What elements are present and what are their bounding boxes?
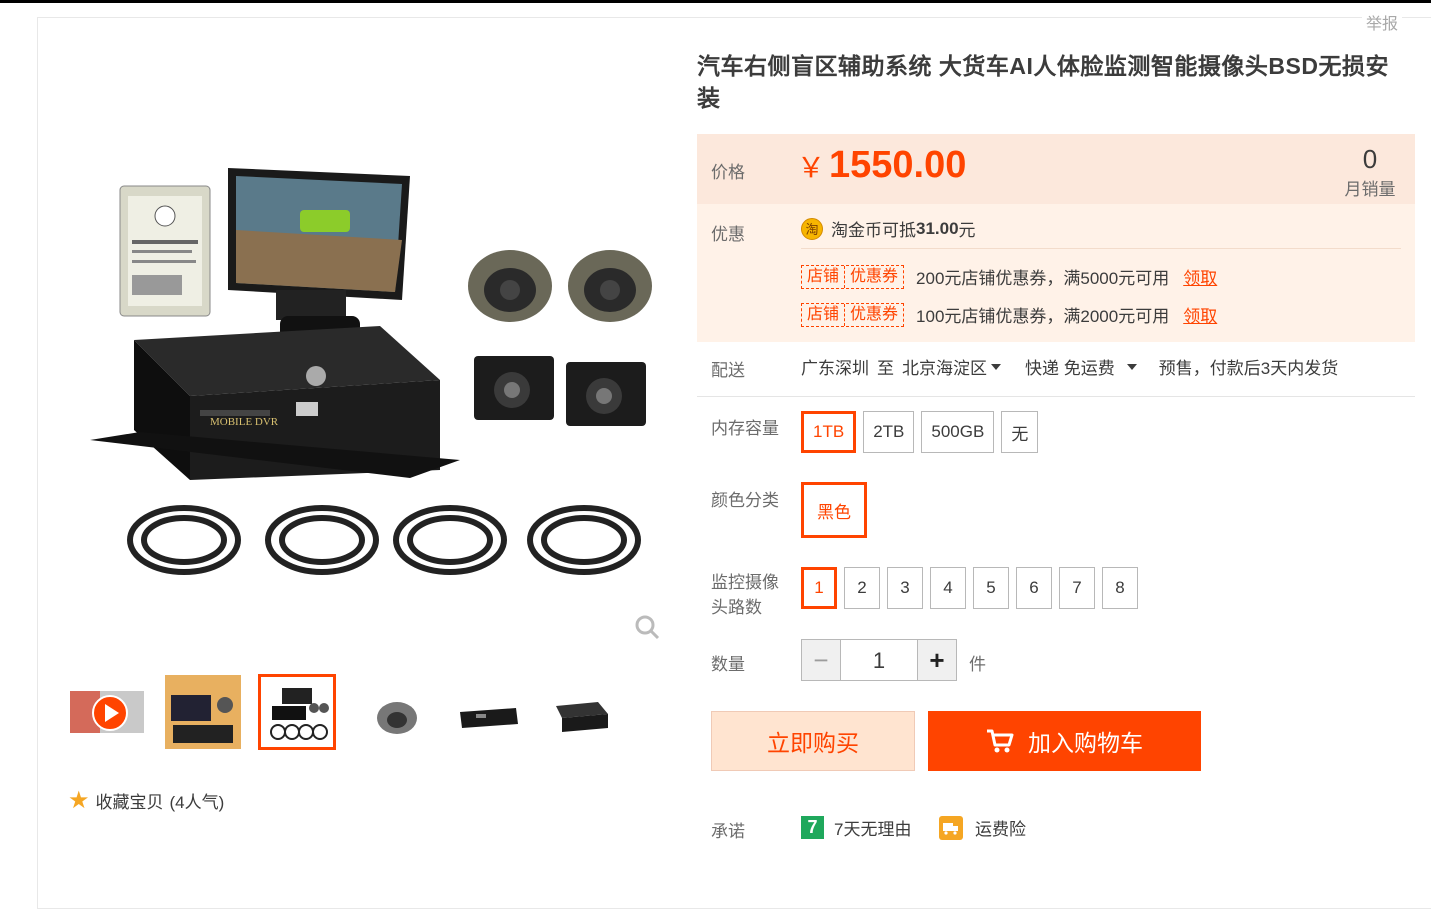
star-icon: ★: [68, 787, 90, 814]
quantity-unit: 件: [969, 655, 986, 674]
thumbnail-2[interactable]: [164, 674, 242, 750]
quantity-stepper: − 1 +: [801, 639, 957, 681]
price-number: 1550.00: [829, 144, 967, 186]
favorite-label: 收藏宝贝: [95, 793, 164, 812]
add-to-cart-label: 加入购物车: [1028, 730, 1143, 756]
quantity-label: 数量: [711, 655, 745, 674]
taojinbi-icon: 淘: [801, 217, 823, 240]
storage-options: 1TB 2TB 500GB 无: [801, 411, 1045, 453]
price-value: ￥ 1550.00: [797, 144, 966, 187]
coupon-text: 100元店铺优惠券，满2000元可用: [916, 307, 1170, 326]
sales-count: 0: [1362, 144, 1378, 174]
add-to-cart-button[interactable]: 加入购物车: [928, 711, 1201, 771]
ship-from: 广东深圳: [801, 359, 869, 378]
dvr-illustration: MOBILE DVR: [90, 326, 460, 480]
quantity-input[interactable]: 1: [841, 639, 917, 681]
chevron-down-icon[interactable]: [991, 363, 1001, 370]
promo-divider: [801, 248, 1401, 249]
channel-option-6[interactable]: 6: [1016, 567, 1052, 609]
color-options: 黑色: [801, 482, 874, 538]
divider-line: [697, 396, 1415, 397]
zoom-icon[interactable]: [634, 614, 660, 640]
promise-item-freight[interactable]: 运费险: [939, 815, 1026, 840]
monthly-sales: 0 月销量: [1325, 144, 1415, 200]
coupon-text: 200元店铺优惠券，满5000元可用: [916, 269, 1170, 288]
coin-unit: 元: [958, 221, 976, 240]
channels-label: 监控摄像 头路数: [711, 570, 779, 620]
buy-now-button[interactable]: 立即购买: [711, 711, 915, 771]
channels-label-line1: 监控摄像: [711, 573, 779, 592]
storage-option-1tb[interactable]: 1TB: [801, 411, 857, 453]
product-title: 汽车右侧盲区辅助系统 大货车AI人体脸监测智能摄像头BSD无损安装: [697, 53, 1389, 111]
price-promo-panel: 价格 ￥ 1550.00 0 月销量 优惠 淘 淘金币可抵 31.00 元 店铺 优惠券…: [697, 134, 1415, 342]
price-label: 价格: [711, 163, 745, 182]
chevron-down-icon[interactable]: [1126, 363, 1137, 370]
taojinbi-row: 淘 淘金币可抵 31.00 元: [801, 216, 976, 241]
color-option-black[interactable]: 黑色: [801, 482, 867, 538]
channel-option-2[interactable]: 2: [844, 567, 880, 609]
box-cameras-illustration: [474, 356, 646, 426]
storage-label: 内存容量: [711, 419, 779, 438]
storage-option-2tb[interactable]: 2TB: [863, 411, 915, 453]
shipping-row: 广东深圳 至 北京海淀区 快递 免运费 预售，付款后3天内发货: [801, 354, 1338, 379]
thumbnail-video[interactable]: [68, 674, 146, 750]
channel-option-8[interactable]: 8: [1102, 567, 1138, 609]
sales-label: 月销量: [1344, 180, 1396, 199]
promise-text: 7天无理由: [834, 820, 912, 839]
storage-option-500gb[interactable]: 500GB: [921, 411, 995, 453]
thumbnail-3-selected[interactable]: [258, 674, 336, 750]
thumbnail-6[interactable]: [542, 674, 620, 750]
favorite-popularity: (4人气): [169, 793, 225, 812]
channel-options: 1 2 3 4 5 6 7 8: [801, 567, 1145, 609]
ship-to-word: 至: [877, 359, 894, 378]
promise-item-7day[interactable]: 7 7天无理由: [801, 815, 911, 840]
svg-text:MOBILE DVR: MOBILE DVR: [210, 416, 279, 428]
channel-option-7[interactable]: 7: [1059, 567, 1095, 609]
coupon-row-1: 店铺 优惠券 200元店铺优惠券，满5000元可用 领取: [801, 264, 1217, 289]
hard-drive-illustration: [119, 185, 211, 317]
thumbnail-5[interactable]: [450, 674, 528, 750]
channel-option-3[interactable]: 3: [887, 567, 923, 609]
coupon-tag: 店铺 优惠券: [801, 264, 905, 289]
monitor-illustration: [228, 168, 410, 356]
claim-coupon-link[interactable]: 领取: [1183, 302, 1217, 327]
thumbnail-4[interactable]: [358, 674, 436, 750]
promise-label: 承诺: [711, 822, 745, 841]
quantity-increase-button[interactable]: +: [917, 639, 957, 681]
channel-option-5[interactable]: 5: [973, 567, 1009, 609]
report-link[interactable]: 举报: [1362, 10, 1403, 34]
promo-label: 优惠: [711, 225, 745, 244]
channel-option-4[interactable]: 4: [930, 567, 966, 609]
cables-illustration: [127, 505, 641, 575]
dome-cameras-illustration: [468, 250, 652, 322]
channel-option-1[interactable]: 1: [801, 567, 837, 609]
coin-amount: 31.00: [916, 218, 959, 238]
color-label: 颜色分类: [711, 491, 779, 510]
coin-text: 淘金币可抵: [831, 221, 916, 240]
coupon-row-2: 店铺 优惠券 100元店铺优惠券，满2000元可用 领取: [801, 302, 1217, 327]
freight-insurance-icon: [939, 815, 963, 840]
coupon-tag: 店铺 优惠券: [801, 302, 905, 327]
seven-day-return-icon: 7: [801, 816, 824, 839]
favorite-button[interactable]: ★ 收藏宝贝 (4人气): [68, 786, 224, 815]
ship-to-selector[interactable]: 北京海淀区: [902, 354, 987, 379]
storage-option-none[interactable]: 无: [1001, 411, 1039, 453]
promise-text: 运费险: [975, 820, 1026, 839]
cart-icon: [987, 729, 1014, 753]
top-border: [0, 0, 1431, 3]
currency-symbol: ￥: [797, 152, 826, 183]
shipping-label: 配送: [711, 361, 745, 380]
ship-note: 预售，付款后3天内发货: [1158, 359, 1339, 378]
ship-method-selector[interactable]: 快递 免运费: [1025, 354, 1115, 379]
quantity-decrease-button[interactable]: −: [801, 639, 841, 681]
claim-coupon-link[interactable]: 领取: [1183, 264, 1217, 289]
channels-label-line2: 头路数: [711, 598, 762, 617]
main-product-image[interactable]: MOBILE DVR: [80, 140, 670, 610]
